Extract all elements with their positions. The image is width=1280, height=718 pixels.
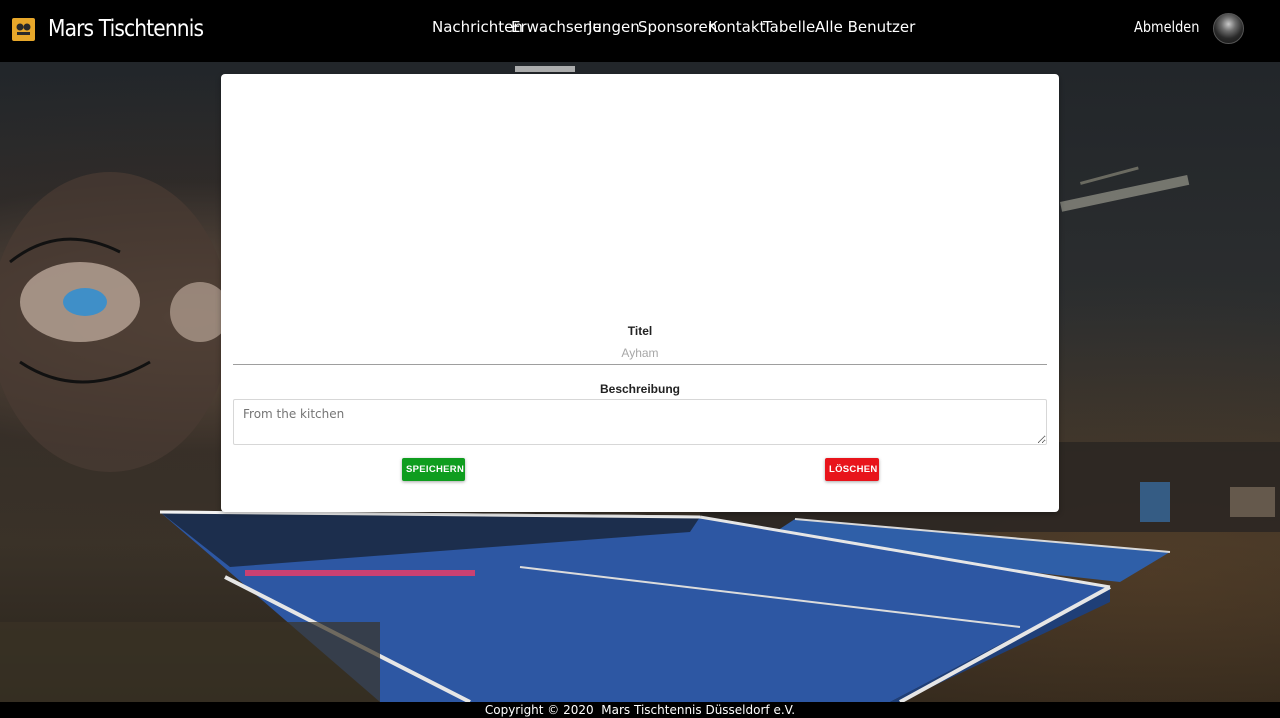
edit-news-card: Titel Beschreibung SPEICHERN LÖSCHEN <box>221 74 1059 512</box>
navbar: Mars Tischtennis Nachrichten Erwachsene … <box>0 0 1280 62</box>
title-input[interactable] <box>233 342 1047 365</box>
avatar[interactable] <box>1213 13 1244 44</box>
brand[interactable]: Mars Tischtennis <box>12 13 224 45</box>
nav-link-kontakt[interactable]: Kontakt <box>708 18 765 36</box>
description-label: Beschreibung <box>599 382 680 396</box>
logout-link[interactable]: Abmelden <box>1134 18 1199 36</box>
nav-link-alle-benutzer[interactable]: Alle Benutzer <box>815 18 915 36</box>
nav-link-jungen[interactable]: Jungen <box>588 18 640 36</box>
description-textarea[interactable] <box>233 399 1047 445</box>
brand-title[interactable]: Mars Tischtennis <box>48 13 204 45</box>
nav-link-nachrichten[interactable]: Nachrichten <box>432 18 523 36</box>
delete-button[interactable]: LÖSCHEN <box>825 458 879 481</box>
footer-copyright: Copyright © 2020 Mars Tischtennis Düssel… <box>0 702 1280 718</box>
nav-link-tabelle[interactable]: Tabelle <box>763 18 815 36</box>
nav-links: Nachrichten Erwachsene Jungen Sponsoren … <box>432 18 915 37</box>
save-button[interactable]: SPEICHERN <box>402 458 465 481</box>
nav-link-sponsoren[interactable]: Sponsoren <box>638 18 717 36</box>
image-preview <box>233 86 1047 316</box>
title-label: Titel <box>627 324 653 338</box>
club-logo-icon <box>12 17 35 41</box>
